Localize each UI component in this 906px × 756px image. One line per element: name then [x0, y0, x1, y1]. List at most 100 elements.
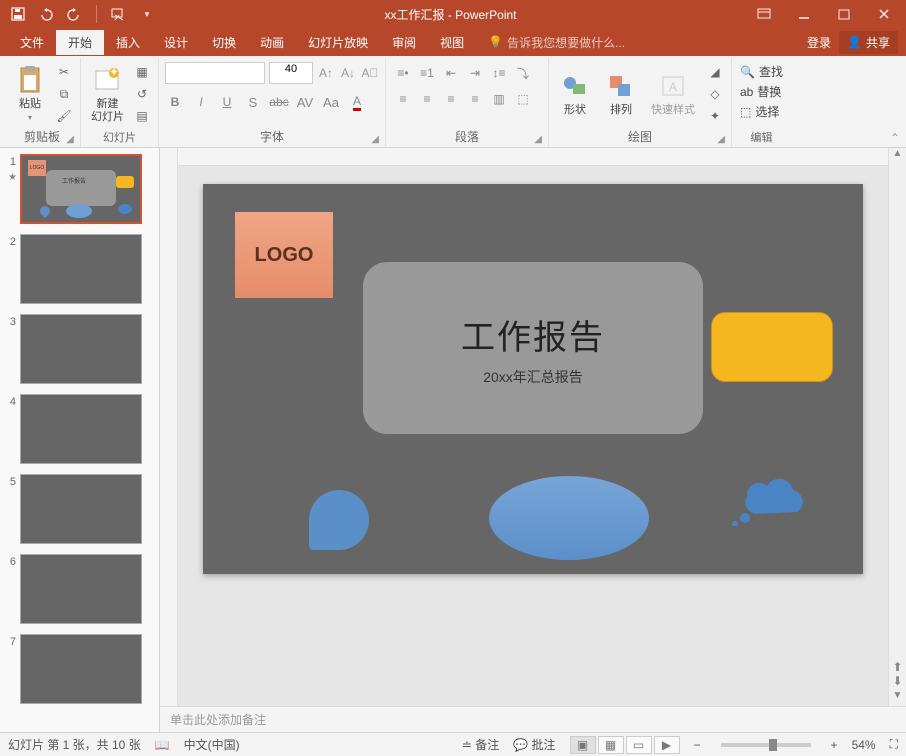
- dialog-launcher-icon[interactable]: ◢: [371, 134, 379, 145]
- next-slide-icon[interactable]: ⬇: [889, 674, 906, 688]
- start-from-beginning-icon[interactable]: [111, 6, 127, 22]
- ribbon-display-icon[interactable]: [746, 0, 782, 28]
- section-icon[interactable]: ▤: [132, 106, 152, 126]
- slide-thumbnail-3[interactable]: [20, 314, 142, 384]
- zoom-level[interactable]: 54%: [852, 738, 876, 752]
- notes-toggle[interactable]: ≐ 备注: [462, 736, 499, 753]
- title-card-shape[interactable]: 工作报告 20xx年汇总报告: [363, 262, 703, 434]
- arrange-button[interactable]: 排列: [601, 68, 641, 119]
- undo-icon[interactable]: [38, 6, 54, 22]
- slide-thumbnail-2[interactable]: [20, 234, 142, 304]
- decrease-font-icon[interactable]: A↓: [339, 62, 357, 84]
- slide-title[interactable]: 工作报告: [461, 310, 605, 359]
- decrease-indent-icon[interactable]: ⇤: [440, 62, 462, 84]
- find-button[interactable]: 🔍查找: [738, 62, 785, 81]
- login-button[interactable]: 登录: [807, 34, 831, 51]
- maximize-icon[interactable]: [826, 0, 862, 28]
- slide-thumbnail-1[interactable]: ★ LOGO工作报告: [20, 154, 142, 224]
- minimize-icon[interactable]: [786, 0, 822, 28]
- paste-button[interactable]: 粘贴 ▾: [10, 62, 50, 124]
- dialog-launcher-icon[interactable]: ◢: [534, 134, 542, 145]
- language-status[interactable]: 中文(中国): [184, 736, 240, 753]
- italic-button[interactable]: I: [191, 92, 211, 112]
- thought-cloud-shape[interactable]: [727, 466, 817, 526]
- shapes-button[interactable]: 形状: [555, 68, 595, 119]
- slide-thumbnail-5[interactable]: [20, 474, 142, 544]
- justify-icon[interactable]: ≡: [464, 88, 486, 110]
- zoom-slider[interactable]: [721, 743, 811, 747]
- vertical-scrollbar[interactable]: ▲ ⬆ ⬇ ▼: [888, 148, 906, 706]
- change-case-icon[interactable]: Aa: [321, 92, 341, 112]
- slide-subtitle[interactable]: 20xx年汇总报告: [483, 367, 583, 387]
- tab-file[interactable]: 文件: [8, 30, 56, 55]
- font-color-icon[interactable]: A: [347, 92, 367, 112]
- numbering-icon[interactable]: ≡1: [416, 62, 438, 84]
- logo-shape[interactable]: LOGO: [235, 212, 333, 298]
- tab-design[interactable]: 设计: [152, 30, 200, 55]
- increase-font-icon[interactable]: A↑: [317, 62, 335, 84]
- slide-thumbnail-6[interactable]: [20, 554, 142, 624]
- char-spacing-icon[interactable]: AV: [295, 92, 315, 112]
- collapse-ribbon-icon[interactable]: ⌃: [890, 131, 900, 145]
- scroll-down-icon[interactable]: ▼: [889, 690, 906, 706]
- shape-outline-icon[interactable]: ◇: [705, 84, 725, 104]
- cut-icon[interactable]: ✂: [54, 62, 74, 82]
- oval-shape[interactable]: [489, 476, 649, 560]
- slideshow-view-icon[interactable]: ▶: [654, 736, 680, 754]
- copy-icon[interactable]: ⧉: [54, 84, 74, 104]
- zoom-out-icon[interactable]: −: [694, 738, 701, 752]
- close-icon[interactable]: [866, 0, 902, 28]
- bullets-icon[interactable]: ≡•: [392, 62, 414, 84]
- slide[interactable]: LOGO 工作报告 20xx年汇总报告: [203, 184, 863, 574]
- yellow-rect-shape[interactable]: [711, 312, 833, 382]
- increase-indent-icon[interactable]: ⇥: [464, 62, 486, 84]
- qat-dropdown-icon[interactable]: ▾: [139, 6, 155, 22]
- fit-to-window-icon[interactable]: ⛶: [890, 737, 898, 752]
- strikethrough-button[interactable]: abc: [269, 92, 289, 112]
- replace-button[interactable]: ab替换: [738, 82, 783, 101]
- smartart-icon[interactable]: ⬚: [512, 88, 534, 110]
- share-button[interactable]: 👤共享: [839, 31, 898, 54]
- tab-insert[interactable]: 插入: [104, 30, 152, 55]
- format-painter-icon[interactable]: 🖌: [54, 106, 74, 126]
- slide-thumbnail-4[interactable]: [20, 394, 142, 464]
- line-spacing-icon[interactable]: ↕≡: [488, 62, 510, 84]
- sorter-view-icon[interactable]: ▦: [598, 736, 624, 754]
- underline-button[interactable]: U: [217, 92, 237, 112]
- shape-effects-icon[interactable]: ✦: [705, 106, 725, 126]
- shape-fill-icon[interactable]: ◢: [705, 62, 725, 82]
- notes-pane[interactable]: 单击此处添加备注: [160, 706, 906, 732]
- reset-icon[interactable]: ↺: [132, 84, 152, 104]
- normal-view-icon[interactable]: ▣: [570, 736, 596, 754]
- font-family-select[interactable]: [165, 62, 265, 84]
- quick-styles-button[interactable]: A 快速样式: [647, 68, 699, 119]
- tab-animations[interactable]: 动画: [248, 30, 296, 55]
- tab-home[interactable]: 开始: [56, 30, 104, 55]
- slide-counter[interactable]: 幻灯片 第 1 张，共 10 张: [8, 736, 141, 753]
- slide-thumbnail-panel[interactable]: 1 ★ LOGO工作报告 2 3 4 5 6 7: [0, 148, 160, 732]
- font-size-select[interactable]: 40: [269, 62, 313, 84]
- bold-button[interactable]: B: [165, 92, 185, 112]
- slide-thumbnail-7[interactable]: [20, 634, 142, 704]
- text-direction-icon[interactable]: ⤵: [512, 62, 534, 84]
- align-left-icon[interactable]: ≡: [392, 88, 414, 110]
- clear-formatting-icon[interactable]: A⃠: [361, 62, 379, 84]
- zoom-in-icon[interactable]: +: [831, 738, 838, 752]
- redo-icon[interactable]: [66, 6, 82, 22]
- align-right-icon[interactable]: ≡: [440, 88, 462, 110]
- select-button[interactable]: ⬚选择: [738, 102, 781, 121]
- align-center-icon[interactable]: ≡: [416, 88, 438, 110]
- tab-review[interactable]: 审阅: [380, 30, 428, 55]
- tab-view[interactable]: 视图: [428, 30, 476, 55]
- comments-toggle[interactable]: 💬 批注: [513, 736, 555, 753]
- scroll-up-icon[interactable]: ▲: [889, 148, 906, 164]
- spellcheck-icon[interactable]: 📖: [155, 738, 170, 752]
- prev-slide-icon[interactable]: ⬆: [889, 660, 906, 674]
- slide-canvas[interactable]: LOGO 工作报告 20xx年汇总报告: [178, 166, 888, 706]
- dialog-launcher-icon[interactable]: ◢: [717, 134, 725, 145]
- tell-me-input[interactable]: 💡告诉我您想要做什么...: [488, 34, 625, 51]
- columns-icon[interactable]: ▥: [488, 88, 510, 110]
- layout-icon[interactable]: ▦: [132, 62, 152, 82]
- new-slide-button[interactable]: ✦ 新建 幻灯片: [87, 62, 128, 126]
- shadow-button[interactable]: S: [243, 92, 263, 112]
